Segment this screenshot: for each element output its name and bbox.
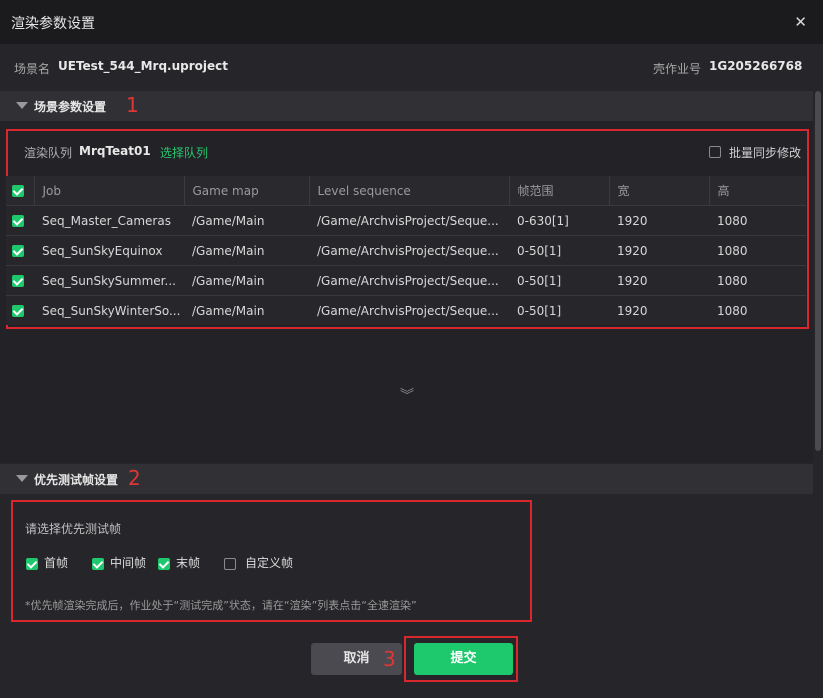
section-title: 优先测试帧设置 xyxy=(34,473,119,487)
table-row[interactable]: Seq_Master_Cameras /Game/Main /Game/Arch… xyxy=(6,205,806,236)
table-row[interactable]: Seq_SunSkyEquinox /Game/Main /Game/Archv… xyxy=(6,235,806,266)
render-queue-row: 渲染队列 MrqTeat01 选择队列 批量同步修改 xyxy=(10,135,805,171)
job-cell: Seq_SunSkyEquinox xyxy=(34,235,184,266)
priority-note: *优先帧渲染完成后，作业处于“测试完成”状态，请在“渲染”列表点击“全速渲染” xyxy=(25,599,417,612)
select-all-checkbox[interactable] xyxy=(12,185,24,197)
column-header-height[interactable]: 高 xyxy=(708,176,806,206)
column-header-job[interactable]: Job xyxy=(33,176,184,206)
annotation-marker: 3 xyxy=(383,647,396,671)
row-checkbox[interactable] xyxy=(12,215,24,227)
sequence-cell: /Game/ArchvisProject/Seque... xyxy=(309,235,509,266)
priority-prompt: 请选择优先测试帧 xyxy=(25,522,122,536)
row-checkbox[interactable] xyxy=(12,275,24,287)
queue-label: 渲染队列 xyxy=(24,146,73,160)
table-row[interactable]: Seq_SunSkySummer... /Game/Main /Game/Arc… xyxy=(6,265,806,296)
row-checkbox[interactable] xyxy=(12,245,24,257)
range-cell: 0-50[1] xyxy=(509,235,609,266)
expand-chevron-icon[interactable]: ︾ xyxy=(400,385,414,405)
column-header-width[interactable]: 宽 xyxy=(608,176,709,206)
dialog-title: 渲染参数设置 xyxy=(11,16,95,32)
sequence-cell: /Game/ArchvisProject/Seque... xyxy=(309,295,509,325)
option-first-frame[interactable]: 首帧 xyxy=(26,554,68,571)
select-queue-link[interactable]: 选择队列 xyxy=(160,144,208,161)
option-middle-frame[interactable]: 中间帧 xyxy=(92,554,146,571)
map-cell: /Game/Main xyxy=(184,295,309,325)
queue-name: MrqTeat01 xyxy=(79,144,151,158)
batch-sync-checkbox[interactable]: 批量同步修改 xyxy=(708,144,801,161)
height-cell: 1080 xyxy=(709,265,806,296)
close-icon[interactable]: ✕ xyxy=(794,13,807,31)
width-cell: 1920 xyxy=(609,295,709,325)
column-header-level-sequence[interactable]: Level sequence xyxy=(308,176,509,206)
scene-info-row: 场景名 UETest_544_Mrq.uproject 壳作业号 1G20526… xyxy=(0,44,823,90)
job-cell: Seq_SunSkySummer... xyxy=(34,265,184,296)
select-all-cell xyxy=(6,176,34,206)
job-number-label: 壳作业号 xyxy=(653,62,702,76)
sequence-cell: /Game/ArchvisProject/Seque... xyxy=(309,265,509,296)
table-header-row: Job Game map Level sequence 帧范围 宽 高 xyxy=(6,176,806,206)
priority-frames-section-header[interactable]: 优先测试帧设置 2 xyxy=(0,464,813,494)
column-header-game-map[interactable]: Game map xyxy=(183,176,309,206)
range-cell: 0-50[1] xyxy=(509,265,609,296)
checkbox-icon[interactable] xyxy=(158,557,170,570)
checkbox-icon[interactable] xyxy=(224,557,236,570)
annotation-marker: 1 xyxy=(126,93,139,117)
collapse-triangle-icon[interactable] xyxy=(16,475,28,482)
height-cell: 1080 xyxy=(709,235,806,266)
height-cell: 1080 xyxy=(709,295,806,325)
row-checkbox[interactable] xyxy=(12,305,24,317)
map-cell: /Game/Main xyxy=(184,265,309,296)
job-number: 1G205266768 xyxy=(709,59,803,73)
map-cell: /Game/Main xyxy=(184,205,309,236)
checkbox-icon[interactable] xyxy=(708,146,721,158)
annotation-marker: 2 xyxy=(128,466,141,490)
scene-name: UETest_544_Mrq.uproject xyxy=(58,59,229,73)
job-cell: Seq_Master_Cameras xyxy=(34,205,184,236)
render-settings-dialog: 渲染参数设置 ✕ 场景名 UETest_544_Mrq.uproject 壳作业… xyxy=(0,0,823,698)
height-cell: 1080 xyxy=(709,205,806,236)
checkbox-icon[interactable] xyxy=(26,557,38,570)
scene-label: 场景名 xyxy=(14,62,51,76)
range-cell: 0-50[1] xyxy=(509,295,609,325)
jobs-table: Job Game map Level sequence 帧范围 宽 高 Seq_… xyxy=(6,176,806,325)
sequence-cell: /Game/ArchvisProject/Seque... xyxy=(309,205,509,236)
width-cell: 1920 xyxy=(609,205,709,236)
job-cell: Seq_SunSkyWinterSo... xyxy=(34,295,184,325)
width-cell: 1920 xyxy=(609,265,709,296)
option-custom-frame[interactable]: 自定义帧 xyxy=(224,554,293,571)
section-title: 场景参数设置 xyxy=(34,100,107,114)
scrollbar[interactable] xyxy=(815,91,821,451)
scene-params-section-header[interactable]: 场景参数设置 1 xyxy=(0,91,813,121)
range-cell: 0-630[1] xyxy=(509,205,609,236)
table-row[interactable]: Seq_SunSkyWinterSo... /Game/Main /Game/A… xyxy=(6,295,806,325)
batch-sync-label: 批量同步修改 xyxy=(728,146,801,160)
checkbox-icon[interactable] xyxy=(92,557,104,570)
width-cell: 1920 xyxy=(609,235,709,266)
column-header-frame-range[interactable]: 帧范围 xyxy=(508,176,609,206)
map-cell: /Game/Main xyxy=(184,235,309,266)
option-last-frame[interactable]: 末帧 xyxy=(158,554,200,571)
title-bar: 渲染参数设置 ✕ xyxy=(0,0,823,44)
submit-button[interactable]: 提交 xyxy=(414,643,513,675)
collapse-triangle-icon[interactable] xyxy=(16,102,28,109)
